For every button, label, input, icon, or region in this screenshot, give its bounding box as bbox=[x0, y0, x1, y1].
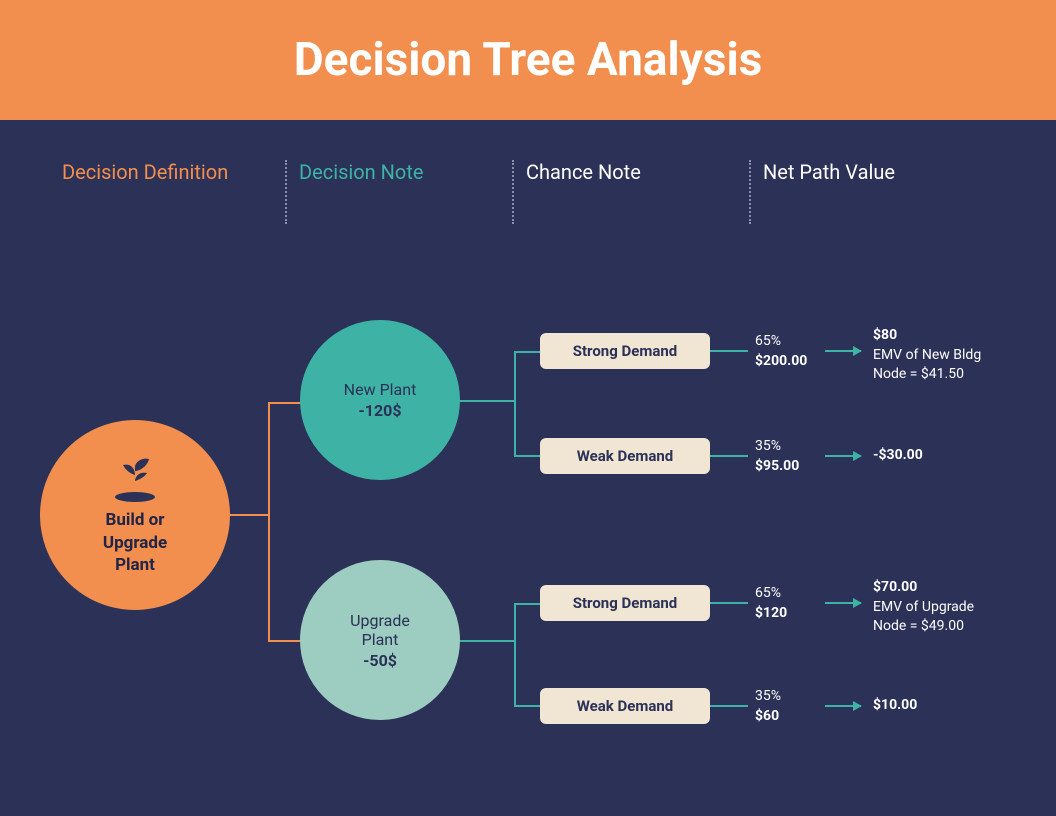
emv-label: EMV of New Bldg bbox=[873, 346, 1033, 366]
payoff: $60 bbox=[755, 707, 781, 727]
arrow-icon bbox=[825, 705, 861, 707]
net-path-value: -$30.00 bbox=[873, 446, 1033, 466]
chance-value: 35% $60 bbox=[755, 687, 781, 726]
connector bbox=[514, 603, 516, 707]
probability: 65% bbox=[755, 332, 807, 352]
chance-value: 35% $95.00 bbox=[755, 437, 799, 476]
connector bbox=[268, 402, 302, 404]
chance-strong-demand: Strong Demand bbox=[540, 333, 710, 369]
column-chance-note: Chance Note bbox=[514, 160, 749, 184]
connector bbox=[710, 350, 748, 352]
emv-value: Node = $49.00 bbox=[873, 617, 1033, 637]
connector bbox=[710, 455, 748, 457]
net-path-value: $70.00 EMV of Upgrade Node = $49.00 bbox=[873, 578, 1033, 637]
connector bbox=[514, 351, 516, 457]
connector bbox=[514, 705, 542, 707]
column-headers: Decision Definition Decision Note Chance… bbox=[0, 120, 1056, 224]
node-name: New Plant bbox=[344, 380, 417, 399]
connector bbox=[268, 402, 270, 642]
chance-weak-demand: Weak Demand bbox=[540, 438, 710, 474]
net-main: $80 bbox=[873, 326, 1033, 346]
connector bbox=[458, 640, 514, 642]
net-main: $10.00 bbox=[873, 696, 1033, 716]
node-cost: -50$ bbox=[363, 651, 397, 670]
arrow-icon bbox=[825, 602, 861, 604]
net-path-value: $10.00 bbox=[873, 696, 1033, 716]
chance-value: 65% $200.00 bbox=[755, 332, 807, 371]
column-decision-note: Decision Note bbox=[287, 160, 512, 184]
net-main: -$30.00 bbox=[873, 446, 1033, 466]
chance-weak-demand: Weak Demand bbox=[540, 688, 710, 724]
probability: 35% bbox=[755, 687, 781, 707]
payoff: $120 bbox=[755, 604, 787, 624]
connector bbox=[268, 640, 302, 642]
node-new-plant: New Plant -120$ bbox=[300, 320, 460, 480]
header-banner: Decision Tree Analysis bbox=[0, 0, 1056, 120]
connector bbox=[710, 705, 748, 707]
node-upgrade-plant: UpgradePlant -50$ bbox=[300, 560, 460, 720]
probability: 35% bbox=[755, 437, 799, 457]
net-main: $70.00 bbox=[873, 578, 1033, 598]
payoff: $95.00 bbox=[755, 457, 799, 477]
chance-value: 65% $120 bbox=[755, 584, 787, 623]
connector bbox=[514, 603, 542, 605]
connector bbox=[458, 400, 514, 402]
connector bbox=[228, 514, 270, 516]
connector bbox=[514, 351, 542, 353]
payoff: $200.00 bbox=[755, 352, 807, 372]
plant-icon bbox=[107, 453, 163, 503]
emv-value: Node = $41.50 bbox=[873, 365, 1033, 385]
connector bbox=[514, 455, 542, 457]
root-label: Build orUpgradePlant bbox=[103, 509, 167, 578]
probability: 65% bbox=[755, 584, 787, 604]
emv-label: EMV of Upgrade bbox=[873, 598, 1033, 618]
column-net-path-value: Net Path Value bbox=[751, 160, 991, 184]
node-name: UpgradePlant bbox=[350, 611, 410, 649]
column-decision-definition: Decision Definition bbox=[50, 160, 285, 184]
root-node: Build orUpgradePlant bbox=[40, 420, 230, 610]
arrow-icon bbox=[825, 455, 861, 457]
arrow-icon bbox=[825, 350, 861, 352]
decision-tree-diagram: Build orUpgradePlant New Plant -120$ Upg… bbox=[0, 260, 1056, 816]
page-title: Decision Tree Analysis bbox=[294, 33, 763, 87]
net-path-value: $80 EMV of New Bldg Node = $41.50 bbox=[873, 326, 1033, 385]
node-cost: -120$ bbox=[358, 401, 401, 420]
connector bbox=[710, 602, 748, 604]
chance-strong-demand: Strong Demand bbox=[540, 585, 710, 621]
